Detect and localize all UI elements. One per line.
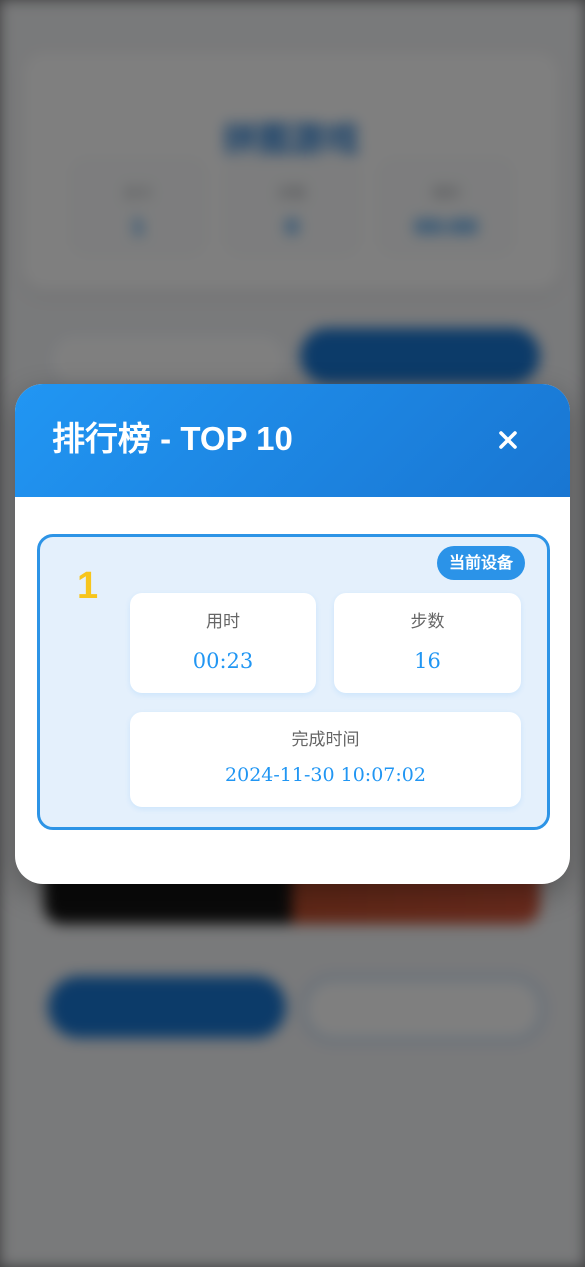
rank-number: 1 [77, 565, 99, 607]
current-device-badge: 当前设备 [436, 546, 525, 580]
steps-label: 步数 [410, 612, 445, 632]
completed-time-label: 完成时间 [291, 730, 360, 750]
steps-box: 步数 16 [334, 593, 521, 693]
leaderboard-modal: 排行榜 - TOP 10 1 当前设备 用时 00:23 步数 16 完成时间 … [15, 384, 570, 884]
completed-time-box: 完成时间 2024-11-30 10:07:02 [130, 712, 521, 807]
modal-title: 排行榜 - TOP 10 [52, 420, 293, 457]
steps-value: 16 [414, 649, 441, 673]
time-box: 用时 00:23 [130, 593, 316, 693]
time-label: 用时 [206, 612, 240, 632]
time-value: 00:23 [192, 649, 254, 673]
modal-header: 排行榜 - TOP 10 [15, 384, 570, 497]
close-button[interactable] [488, 420, 528, 460]
close-icon [499, 431, 517, 449]
leaderboard-entry: 1 当前设备 用时 00:23 步数 16 完成时间 2024-11-30 10… [37, 534, 550, 830]
completed-time-value: 2024-11-30 10:07:02 [225, 764, 426, 786]
